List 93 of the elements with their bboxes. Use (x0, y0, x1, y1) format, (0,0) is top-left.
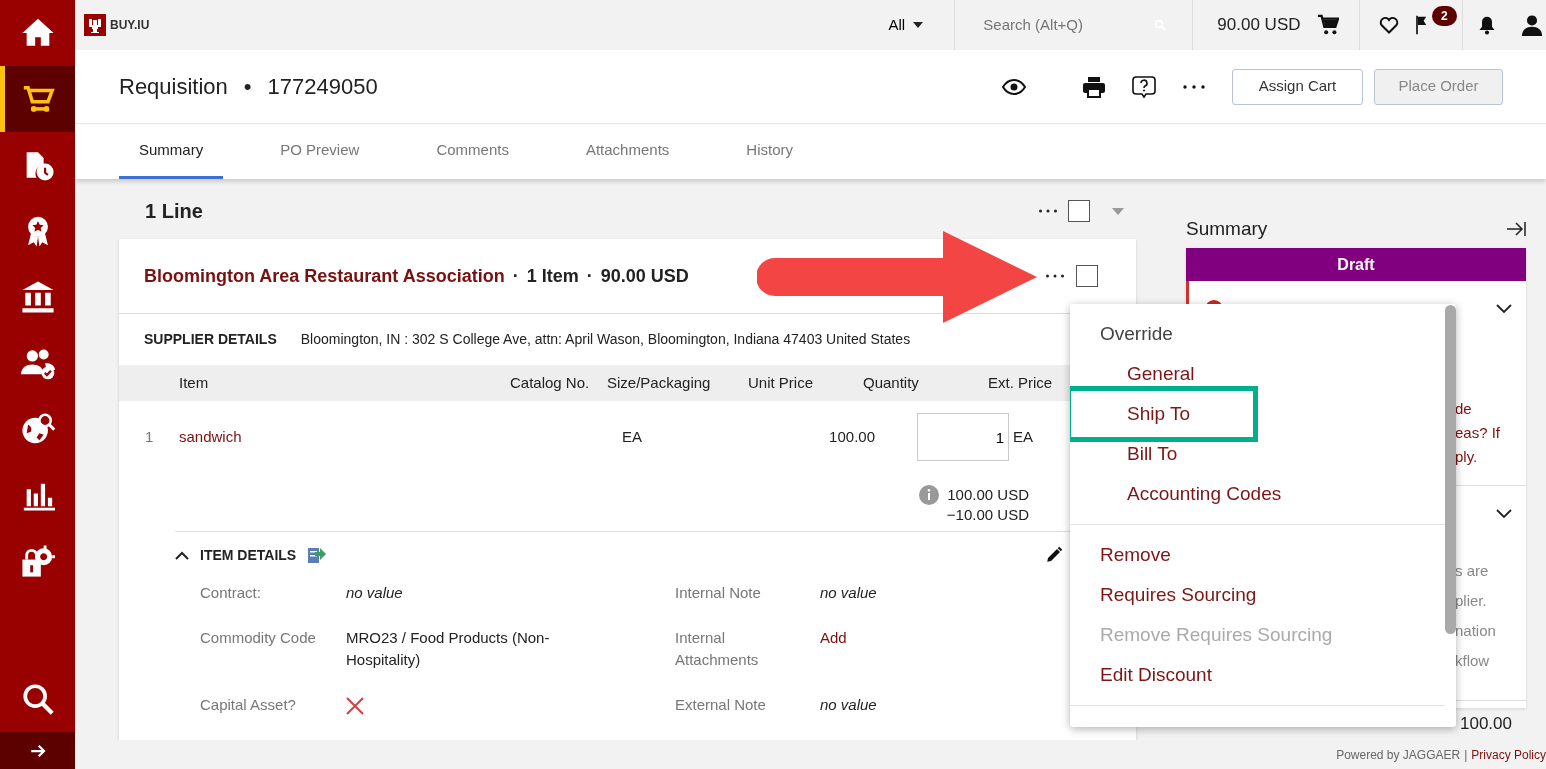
privacy-policy-link[interactable]: Privacy Policy (1471, 745, 1546, 764)
caret-down-icon (913, 22, 924, 28)
help-icon[interactable] (1132, 74, 1156, 99)
column-header: Unit Price (748, 372, 815, 393)
field-value: no value (820, 694, 878, 715)
field-label: Internal Attachments (675, 627, 760, 670)
field-label: Contract: (200, 583, 262, 603)
quantity-field[interactable]: 1 (917, 413, 1009, 461)
search-icon (20, 682, 55, 716)
add-link[interactable]: Add (820, 626, 847, 672)
subtotal-value: 100.00 (1459, 713, 1513, 735)
table-cell-text: 100.00 (828, 426, 875, 447)
cart-total[interactable]: 90.00 USD (1217, 12, 1301, 38)
chevron-up-icon[interactable] (175, 550, 189, 560)
summary-text: de (1455, 399, 1473, 419)
search-field[interactable]: Search (Alt+Q) (981, 12, 1142, 38)
supplier-checkbox[interactable] (1076, 265, 1098, 287)
info-icon[interactable] (918, 485, 939, 505)
table-cell-text: EA (622, 426, 643, 447)
scrollbar-thumb[interactable] (1445, 305, 1456, 634)
field-label: Internal Note (675, 583, 762, 603)
bank-icon (20, 280, 55, 314)
price-line: −10.00 USD (946, 505, 1029, 525)
chevron-down-icon[interactable] (1496, 304, 1512, 314)
dot-separator: · (586, 264, 593, 288)
summary-text: plier. (1455, 591, 1488, 611)
summary-text: kflow (1455, 651, 1491, 671)
person-icon[interactable] (1521, 14, 1544, 36)
highlighted-menu-item[interactable]: Ship To (1070, 386, 1258, 442)
search-scope-dropdown[interactable]: All (857, 0, 955, 50)
lock-gear-icon (20, 544, 55, 578)
item-details-heading: ITEM DETAILS (200, 545, 297, 565)
field-value: MRO23 / Food Products (Non-Hospitality) (346, 627, 551, 670)
trident-logo-icon (84, 14, 106, 36)
summary-text: ply. (1455, 447, 1479, 467)
column-header: Quantity (863, 372, 920, 393)
globe-search-icon (20, 412, 55, 446)
price-line: 100.00 USD (946, 485, 1029, 505)
field-label: Commodity Code (200, 627, 317, 648)
section-title: 1 Line (145, 199, 203, 224)
menu-item[interactable]: Bill To (1070, 442, 1190, 466)
tab[interactable]: Attachments (565, 124, 690, 179)
printer-icon[interactable] (1082, 74, 1106, 99)
field-value: no value (820, 583, 878, 603)
select-all-checkbox[interactable] (1068, 200, 1090, 222)
item-count: 1 Item (526, 264, 579, 288)
more-options-icon[interactable] (1182, 83, 1206, 90)
menu-item[interactable]: Edit Discount (1070, 663, 1224, 687)
powered-by-text: Powered by JAGGAER (1336, 746, 1461, 764)
collapse-panel-icon[interactable] (1506, 221, 1526, 237)
item-name[interactable]: sandwich (179, 425, 622, 449)
heart-icon[interactable] (1379, 15, 1400, 35)
sidebar-nav-item[interactable] (0, 66, 75, 132)
more-options-icon[interactable] (1045, 273, 1065, 279)
column-header: Size/Packaging (607, 372, 712, 393)
menu-item[interactable]: Requires Sourcing (1070, 583, 1269, 607)
menu-item[interactable]: General (1070, 362, 1207, 386)
title-separator: • (243, 73, 252, 101)
tab[interactable]: History (726, 124, 813, 179)
footer-separator: | (1464, 746, 1468, 764)
status-banner: Draft (1186, 248, 1526, 281)
chevron-down-icon[interactable] (1496, 509, 1512, 519)
column-header: Catalog No. (510, 372, 591, 393)
field-label: External Note (675, 694, 767, 715)
more-options-icon[interactable] (1038, 208, 1058, 214)
menu-item[interactable]: Accounting Codes (1070, 482, 1294, 506)
summary-text: nation (1455, 621, 1497, 641)
supplier-name[interactable]: Bloomington Area Restaurant Association (144, 262, 505, 290)
field-value: no value (346, 583, 404, 603)
assign-cart-button[interactable]: Assign Cart (1232, 68, 1363, 105)
supplier-address: Bloomington, IN : 302 S College Ave, attn: April Wason, Bloomington, Indiana 47403 United States (300, 330, 911, 349)
summary-title: Summary (1186, 216, 1268, 241)
menu-section-label: Override (1099, 322, 1174, 346)
tab[interactable]: Comments (416, 124, 529, 179)
table-cell-text: EA (1013, 426, 1034, 447)
pencil-icon[interactable] (1045, 546, 1063, 564)
supplier-total: 90.00 USD (600, 264, 689, 288)
supplier-details-label: SUPPLIER DETAILS (144, 330, 277, 349)
tab[interactable]: PO Preview (260, 124, 380, 179)
cart-icon[interactable] (1316, 14, 1339, 36)
page-title: Requisition (119, 73, 228, 101)
column-header: Item (179, 372, 210, 393)
requisition-number: 177249050 (267, 73, 378, 101)
dot-separator: · (512, 264, 519, 288)
logo-text: BUY.IU (110, 17, 150, 34)
tab[interactable]: Summary (119, 124, 224, 179)
field-label: Capital Asset? (200, 694, 297, 715)
summary-text: s are (1455, 561, 1490, 581)
summary-text: eas? If (1455, 423, 1502, 443)
caret-down-icon[interactable] (1112, 207, 1124, 215)
export-document-icon[interactable] (306, 545, 327, 565)
menu-item[interactable]: Remove (1070, 543, 1183, 567)
line-number: 1 (145, 426, 155, 447)
